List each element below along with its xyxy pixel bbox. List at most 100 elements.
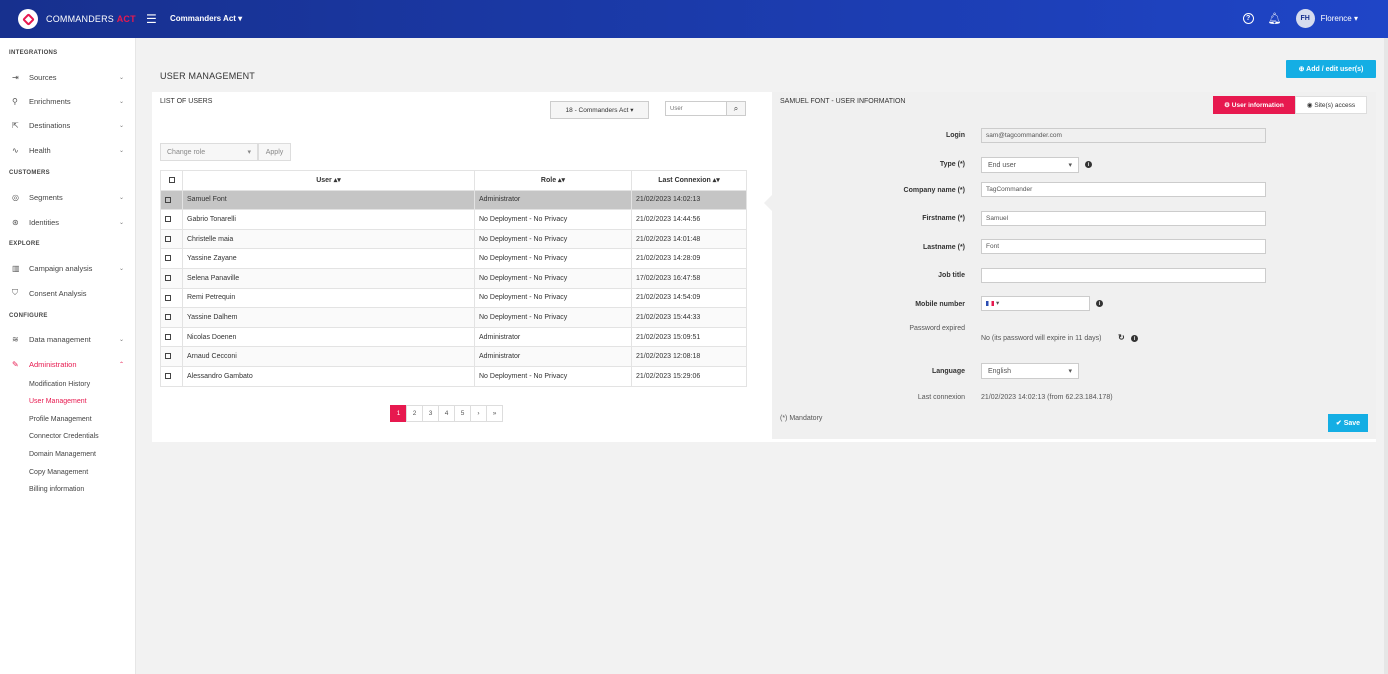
- layers-icon: ≋: [12, 334, 19, 344]
- sidebar-item-administration[interactable]: ✎ Administration ⌃: [12, 357, 124, 371]
- account-selector[interactable]: Commanders Act ▾: [170, 14, 242, 23]
- sidebar-item-data-management[interactable]: ≋ Data management ⌄: [12, 332, 124, 346]
- panel-pointer: [764, 195, 772, 211]
- select-all-checkbox[interactable]: [168, 176, 175, 183]
- section-customers: CUSTOMERS: [9, 170, 50, 176]
- mobile-field[interactable]: ▾: [981, 296, 1090, 311]
- refresh-icon[interactable]: ↻: [1118, 333, 1125, 342]
- table-row[interactable]: Christelle maia No Deployment - No Priva…: [160, 228, 747, 250]
- row-checkbox[interactable]: [165, 294, 171, 301]
- pulse-icon: ∿: [12, 145, 19, 155]
- info-icon[interactable]: i: [1085, 161, 1092, 168]
- sidebar-item-sources[interactable]: ⇥ Sources ⌄: [12, 70, 124, 84]
- user-search-input[interactable]: [665, 101, 727, 116]
- wrench-icon: ✎: [12, 359, 19, 369]
- info-icon[interactable]: i: [1096, 300, 1103, 307]
- section-explore: EXPLORE: [9, 241, 40, 247]
- tab-site-access[interactable]: ◉ Site(s) access: [1295, 96, 1367, 114]
- page-1[interactable]: 1: [390, 405, 407, 422]
- help-icon[interactable]: ?: [1242, 13, 1254, 24]
- table-row[interactable]: Arnaud Cecconi Administrator 21/02/2023 …: [160, 346, 747, 367]
- save-button[interactable]: ✔ Save: [1328, 414, 1368, 432]
- logo-icon: [18, 9, 38, 29]
- row-checkbox[interactable]: [165, 196, 171, 203]
- firstname-field[interactable]: Samuel: [981, 211, 1266, 226]
- pagination: 1 2 3 4 5 › »: [390, 405, 503, 422]
- page-2[interactable]: 2: [406, 405, 423, 422]
- sidebar-item-campaign-analysis[interactable]: ▥ Campaign analysis ⌄: [12, 261, 124, 275]
- chevron-down-icon: ⌄: [118, 265, 124, 272]
- info-icon[interactable]: i: [1131, 335, 1138, 342]
- password-expired-value: No (its password will expire in 11 days): [981, 335, 1102, 342]
- sidebar-item-identities[interactable]: ⊛ Identities ⌄: [12, 215, 124, 229]
- row-checkbox[interactable]: [165, 314, 171, 321]
- menu-toggle-icon[interactable]: ☰: [146, 12, 157, 26]
- fingerprint-icon: ⊛: [12, 217, 19, 227]
- row-checkbox[interactable]: [165, 235, 171, 242]
- tab-user-information[interactable]: ⚙ User information: [1213, 96, 1295, 114]
- lastname-field[interactable]: Font: [981, 239, 1266, 254]
- chevron-down-icon: ⌄: [118, 336, 124, 343]
- sidebar-item-segments[interactable]: ◎ Segments ⌄: [12, 190, 124, 204]
- column-last-connexion[interactable]: Last Connexion ▴▾: [631, 170, 747, 191]
- login-field: sam@tagcommander.com: [981, 128, 1266, 143]
- table-row[interactable]: Yassine Zayane No Deployment - No Privac…: [160, 248, 747, 269]
- avatar[interactable]: FH: [1295, 9, 1315, 28]
- row-checkbox[interactable]: [165, 274, 171, 281]
- chevron-down-icon: ⌄: [118, 122, 124, 129]
- column-user[interactable]: User ▴▾: [182, 170, 475, 191]
- sidebar-item-enrichments[interactable]: ⚲ Enrichments ⌄: [12, 94, 124, 108]
- page-3[interactable]: 3: [422, 405, 439, 422]
- language-select[interactable]: English ▾: [981, 363, 1079, 379]
- subitem-user-management[interactable]: User Management: [29, 398, 87, 405]
- table-row[interactable]: Selena Panaville No Deployment - No Priv…: [160, 267, 747, 289]
- search-icon[interactable]: ⌕: [726, 101, 746, 116]
- apply-button[interactable]: Apply: [258, 143, 291, 161]
- page-last[interactable]: »: [486, 405, 503, 422]
- column-role[interactable]: Role ▴▾: [474, 170, 632, 191]
- caret-down-icon: ▾: [1068, 368, 1072, 375]
- add-edit-users-button[interactable]: ⊕ Add / edit user(s): [1286, 60, 1376, 78]
- flag-icon[interactable]: [986, 300, 994, 306]
- subitem-modification-history[interactable]: Modification History: [29, 381, 90, 388]
- company-label: Company name (*): [903, 187, 965, 194]
- chevron-down-icon: ⌄: [118, 219, 124, 226]
- subitem-domain-management[interactable]: Domain Management: [29, 451, 96, 458]
- table-row[interactable]: Alessandro Gambato No Deployment - No Pr…: [160, 365, 747, 387]
- table-row[interactable]: Yassine Dalhem No Deployment - No Privac…: [160, 307, 747, 328]
- row-checkbox[interactable]: [165, 353, 171, 360]
- table-row[interactable]: Samuel Font Administrator 21/02/2023 14:…: [160, 189, 747, 211]
- bell-icon[interactable]: 🔔︎: [1268, 12, 1282, 25]
- sidebar-item-consent-analysis[interactable]: ⛉ Consent Analysis: [12, 286, 124, 300]
- section-integrations: INTEGRATIONS: [9, 50, 58, 56]
- subitem-copy-management[interactable]: Copy Management: [29, 469, 88, 476]
- user-menu[interactable]: Florence ▾: [1321, 14, 1358, 23]
- chevron-up-icon: ⌃: [118, 361, 124, 368]
- page-4[interactable]: 4: [438, 405, 455, 422]
- site-selector[interactable]: 18 - Commanders Act ▾: [550, 101, 649, 119]
- job-title-label: Job title: [938, 272, 965, 279]
- row-checkbox[interactable]: [165, 255, 171, 262]
- row-checkbox[interactable]: [165, 372, 171, 379]
- change-role-select[interactable]: Change role ▾: [160, 143, 258, 161]
- scrollbar[interactable]: [1384, 38, 1388, 674]
- type-select[interactable]: End user ▾: [981, 157, 1079, 173]
- row-checkbox[interactable]: [165, 216, 171, 223]
- type-label: Type (*): [939, 161, 965, 168]
- table-row[interactable]: Nicolas Doenen Administrator 21/02/2023 …: [160, 326, 747, 348]
- brand-logo[interactable]: COMMANDERS ACT: [18, 9, 136, 29]
- job-title-field[interactable]: [981, 268, 1266, 283]
- table-row[interactable]: Remi Petrequin No Deployment - No Privac…: [160, 287, 747, 309]
- page-next[interactable]: ›: [470, 405, 487, 422]
- row-checkbox[interactable]: [165, 333, 171, 340]
- sidebar-item-health[interactable]: ∿ Health ⌄: [12, 143, 124, 157]
- table-row[interactable]: Gabrio Tonarelli No Deployment - No Priv…: [160, 209, 747, 230]
- list-title: LIST OF USERS: [160, 98, 213, 105]
- subitem-billing-information[interactable]: Billing information: [29, 486, 84, 493]
- brand-name-accent: ACT: [116, 14, 136, 24]
- subitem-profile-management[interactable]: Profile Management: [29, 416, 92, 423]
- sidebar-item-destinations[interactable]: ⇱ Destinations ⌄: [12, 118, 124, 132]
- subitem-connector-credentials[interactable]: Connector Credentials: [29, 433, 99, 440]
- company-field[interactable]: TagCommander: [981, 182, 1266, 197]
- page-5[interactable]: 5: [454, 405, 471, 422]
